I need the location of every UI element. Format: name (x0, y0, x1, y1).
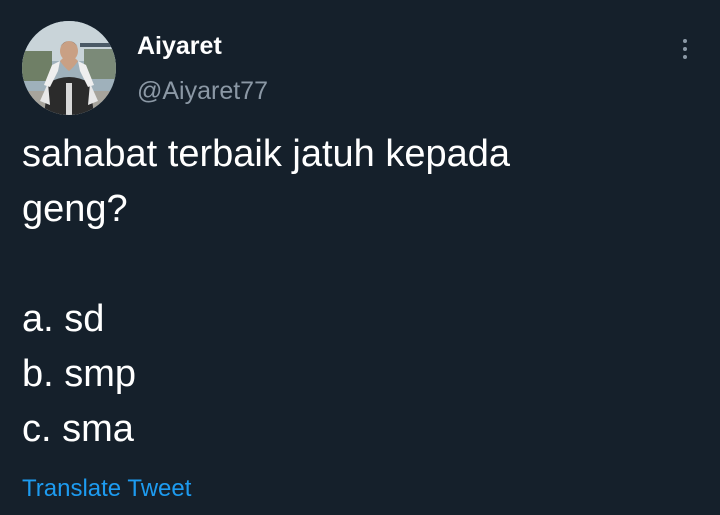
avatar-photo (22, 21, 116, 115)
tweet-text: sahabat terbaik jatuh kepada geng? a. sd… (22, 127, 702, 457)
more-options-button[interactable] (668, 32, 702, 66)
tweet-text-line: sahabat terbaik jatuh kepada (22, 133, 511, 175)
avatar[interactable] (22, 21, 116, 115)
tweet-text-option: c. sma (22, 408, 134, 450)
more-vertical-icon-dot (683, 55, 687, 59)
more-vertical-icon (683, 39, 687, 43)
translate-tweet-link[interactable]: Translate Tweet (22, 474, 191, 504)
tweet-text-option: b. smp (22, 353, 137, 395)
author-display-name[interactable]: Aiyaret (137, 30, 222, 62)
tweet-card: Aiyaret @Aiyaret77 sahabat terbaik jatuh… (0, 0, 720, 515)
author-handle[interactable]: @Aiyaret77 (137, 75, 268, 107)
tweet-text-option: a. sd (22, 298, 105, 340)
tweet-text-line: geng? (22, 188, 128, 230)
more-vertical-icon-dot (683, 47, 687, 51)
